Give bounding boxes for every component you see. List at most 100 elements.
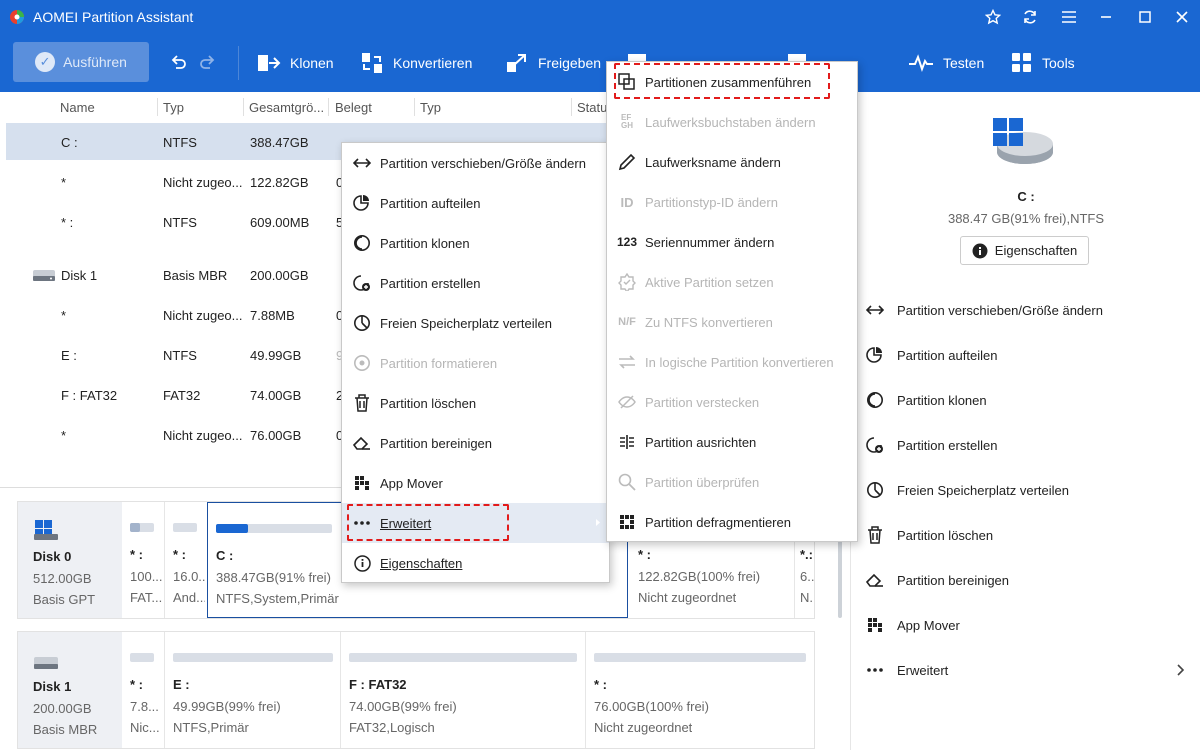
row-name: *: [61, 428, 67, 443]
action-label: Erweitert: [897, 662, 949, 678]
submenu-item-serial[interactable]: 123 Seriennummer ändern: [607, 222, 857, 262]
menu-item-label: Laufwerksbuchstaben ändern: [645, 114, 816, 130]
partition-size: 122.82GB(100% frei): [638, 569, 761, 584]
action-resize[interactable]: Partition verschieben/Größe ändern: [865, 298, 1195, 322]
convert-icon: [617, 354, 637, 370]
properties-button[interactable]: Eigenschaften: [960, 236, 1089, 265]
info-icon: [352, 554, 372, 572]
disk-map-1[interactable]: Disk 1 200.00GB Basis MBR * : 7.8... Nic…: [17, 631, 815, 749]
close-icon[interactable]: [1170, 6, 1194, 28]
column-fs[interactable]: Typ: [163, 100, 184, 115]
action-app-mover[interactable]: App Mover: [865, 613, 1195, 637]
action-advanced[interactable]: Erweitert: [865, 658, 1195, 682]
submenu-item-hide: Partition verstecken: [607, 382, 857, 422]
action-label: Partition bereinigen: [897, 572, 1010, 588]
partition-block[interactable]: F : FAT32 74.00GB(99% frei) FAT32,Logisc…: [341, 632, 585, 748]
row-fs: NTFS: [163, 135, 197, 150]
row-size: 200.00GB: [250, 268, 309, 283]
menu-item-label: Eigenschaften: [380, 555, 463, 571]
column-type[interactable]: Typ: [420, 100, 441, 115]
menu-item-properties[interactable]: Eigenschaften: [342, 543, 609, 583]
tools-grid-icon: [1012, 53, 1031, 72]
action-label: App Mover: [897, 617, 960, 633]
row-name: *: [61, 175, 67, 190]
submenu-item-set-active: Aktive Partition setzen: [607, 262, 857, 302]
partition-block[interactable]: E : 49.99GB(99% frei) NTFS,Primär: [165, 632, 340, 748]
row-name: E :: [61, 348, 77, 363]
menu-item-app-mover[interactable]: App Mover: [342, 463, 609, 503]
partition-block[interactable]: * : 100.... FAT...: [122, 502, 164, 618]
action-delete[interactable]: Partition löschen: [865, 523, 1195, 547]
submenu-item-defrag[interactable]: Partition defragmentieren: [607, 502, 857, 542]
row-size: 7.88MB: [250, 308, 295, 323]
menu-item-clone[interactable]: Partition klonen: [342, 223, 609, 263]
redo-icon[interactable]: [198, 48, 216, 78]
undo-icon[interactable]: [170, 48, 188, 78]
create-icon: [865, 436, 885, 454]
menu-item-allocate[interactable]: Freien Speicherplatz verteilen: [342, 303, 609, 343]
usage-bar: [173, 653, 333, 662]
column-name[interactable]: Name: [60, 100, 95, 115]
tools-button[interactable]: Tools: [1011, 48, 1075, 78]
minimize-icon[interactable]: [1094, 6, 1118, 28]
menu-item-label: Partition verschieben/Größe ändern: [380, 155, 586, 171]
action-clone[interactable]: Partition klonen: [865, 388, 1195, 412]
disk-size: 200.00GB: [33, 701, 92, 716]
row-fs: Basis MBR: [163, 268, 228, 283]
action-create[interactable]: Partition erstellen: [865, 433, 1195, 457]
column-used[interactable]: Belegt: [335, 100, 372, 115]
column-status[interactable]: Status: [577, 100, 607, 115]
disk-drive-icon: [34, 657, 58, 669]
convert-button[interactable]: Konvertieren: [360, 48, 472, 78]
partition-block[interactable]: * : 76.00GB(100% frei) Nicht zugeordnet: [586, 632, 815, 748]
menu-icon[interactable]: [1057, 6, 1081, 28]
refresh-icon[interactable]: [1018, 6, 1042, 28]
partition-block[interactable]: * : 16.0... And...: [165, 502, 207, 618]
partition-block[interactable]: * : 7.8... Nic...: [122, 632, 164, 748]
partition-size: 7.8...: [130, 699, 159, 714]
disk-kind: Basis MBR: [33, 722, 98, 737]
submenu-item-rename[interactable]: Laufwerksname ändern: [607, 142, 857, 182]
favorite-star-icon[interactable]: [981, 6, 1005, 28]
col-sep: [571, 98, 572, 116]
menu-item-split[interactable]: Partition aufteilen: [342, 183, 609, 223]
info-icon: [972, 243, 988, 258]
menu-item-create[interactable]: Partition erstellen: [342, 263, 609, 303]
disk-info[interactable]: Disk 1 200.00GB Basis MBR: [18, 632, 122, 748]
action-wipe[interactable]: Partition bereinigen: [865, 568, 1195, 592]
submenu-item-align[interactable]: Partition ausrichten: [607, 422, 857, 462]
menu-item-delete[interactable]: Partition löschen: [342, 383, 609, 423]
share-button[interactable]: Freigeben: [505, 48, 601, 78]
row-fs: Nicht zugeo...: [163, 175, 243, 190]
submenu-item-to-ntfs: N/F Zu NTFS konvertieren: [607, 302, 857, 342]
app-mover-icon: [865, 617, 885, 633]
action-label: Partition erstellen: [897, 437, 998, 453]
toolbar: ✓ Ausführen Klonen Konvertieren Freigeben…: [0, 34, 1200, 92]
disk-name: Disk 1: [33, 679, 72, 694]
run-button[interactable]: ✓ Ausführen: [13, 42, 149, 82]
action-split[interactable]: Partition aufteilen: [865, 343, 1195, 367]
pulse-icon: [909, 54, 933, 72]
partition-size: 74.00GB(99% frei): [349, 699, 457, 714]
highlight-merge-annotation: [614, 63, 830, 99]
menu-item-label: Seriennummer ändern: [645, 234, 775, 250]
clone-icon: [352, 234, 372, 252]
active-icon: [617, 273, 637, 291]
maximize-icon[interactable]: [1133, 6, 1157, 28]
menu-item-wipe[interactable]: Partition bereinigen: [342, 423, 609, 463]
column-size[interactable]: Gesamtgrö...: [249, 100, 324, 115]
usage-bar: [130, 653, 154, 662]
disk-info[interactable]: Disk 0 512.00GB Basis GPT: [18, 502, 122, 618]
menu-item-resize[interactable]: Partition verschieben/Größe ändern: [342, 143, 609, 183]
allocate-icon: [352, 314, 372, 332]
test-button[interactable]: Testen: [908, 48, 984, 78]
selected-drive-info: 388.47 GB(91% frei),NTFS: [947, 211, 1105, 226]
clone-button[interactable]: Klonen: [257, 48, 334, 78]
app-logo-icon: [10, 10, 24, 24]
action-label: Partition löschen: [897, 527, 994, 543]
partition-type: NTFS,System,Primär: [216, 591, 339, 606]
row-name: * :: [61, 215, 74, 230]
action-allocate[interactable]: Freien Speicherplatz verteilen: [865, 478, 1195, 502]
menu-item-format: Partition formatieren: [342, 343, 609, 383]
partition-size: 100....: [130, 569, 162, 584]
